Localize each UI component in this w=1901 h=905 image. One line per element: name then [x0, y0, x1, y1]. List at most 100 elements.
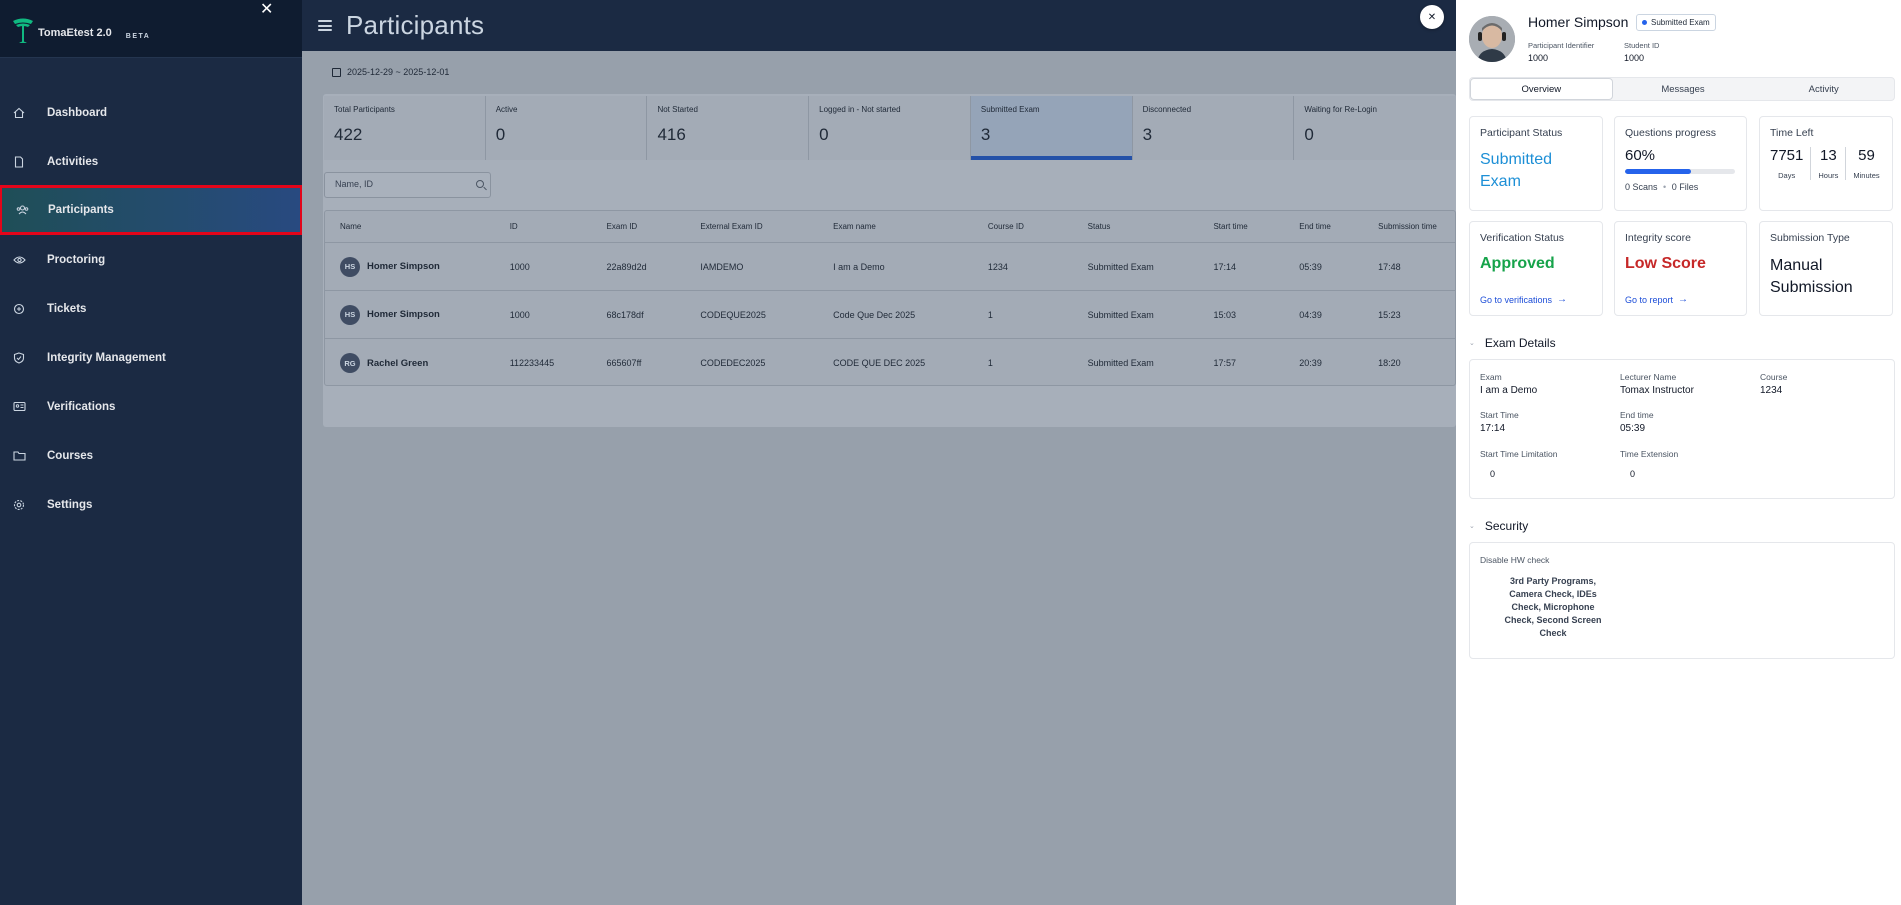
stat-submitted-exam[interactable]: Submitted Exam 3 — [970, 96, 1133, 160]
column-header[interactable]: Exam name — [833, 222, 988, 231]
sidebar-item-tickets[interactable]: Tickets — [0, 284, 302, 333]
cell-exam-id: 665607ff — [606, 358, 642, 368]
card-title: Time Left — [1770, 127, 1814, 139]
cell-exam-id: 22a89d2d — [606, 261, 647, 272]
start-time-limitation-value: 0 — [1490, 469, 1496, 479]
avatar — [1469, 16, 1515, 62]
exam-details-card: Exam I am a Demo Lecturer Name Tomax Ins… — [1469, 359, 1895, 499]
tomaetest-logo-icon — [13, 18, 33, 43]
column-header[interactable]: Start time — [1213, 222, 1299, 231]
scans-files: 0 Scans • 0 Files — [1625, 182, 1699, 192]
cell-end-time: 05:39 — [1299, 261, 1322, 272]
participant-drawer: Homer Simpson Submitted Exam Participant… — [1456, 0, 1901, 905]
stat-value: 3 — [1142, 125, 1153, 144]
go-to-report-link[interactable]: Go to report → — [1625, 294, 1688, 305]
security-toggle[interactable]: ⌄ Security — [1469, 519, 1528, 533]
sidebar-item-label: Integrity Management — [47, 351, 166, 364]
cell-status: Submitted Exam — [1087, 309, 1154, 320]
link-label: Go to verifications — [1480, 294, 1553, 305]
files-count: 0 Files — [1671, 182, 1699, 192]
sidebar-item-dashboard[interactable]: Dashboard — [0, 88, 302, 137]
sidebar-close-icon[interactable]: ✕ — [260, 0, 273, 19]
cell-external-exam-id: IAMDEMO — [700, 261, 744, 272]
tab-activity[interactable]: Activity — [1753, 78, 1894, 100]
table-row[interactable]: HS Homer Simpson 1000 22a89d2d IAMDEMO I … — [325, 243, 1455, 291]
date-range-value: 2025-12-29 ~ 2025-12-01 — [347, 67, 450, 77]
column-header[interactable]: ID — [510, 222, 607, 231]
search-input[interactable]: Name, ID — [324, 172, 491, 198]
column-header[interactable]: Course ID — [988, 222, 1088, 231]
column-header[interactable]: Submission time — [1378, 222, 1455, 231]
stat-total-participants[interactable]: Total Participants 422 — [324, 96, 486, 160]
stat-value: 0 — [495, 125, 506, 144]
column-header[interactable]: External Exam ID — [700, 222, 833, 231]
tab-overview[interactable]: Overview — [1470, 78, 1613, 100]
cell-end-time: 04:39 — [1299, 309, 1322, 320]
date-range-picker[interactable]: 2025-12-29 ~ 2025-12-01 — [332, 67, 449, 77]
stat-value: 416 — [657, 125, 686, 144]
search-icon[interactable] — [476, 180, 484, 188]
cell-submission-time: 17:48 — [1378, 261, 1401, 272]
chevron-down-icon: ⌄ — [1469, 523, 1475, 530]
arrow-right-icon: → — [1557, 294, 1568, 305]
progress-bar — [1625, 169, 1735, 174]
table-row[interactable]: RG Rachel Green 112233445 665607ff CODEDE… — [325, 339, 1455, 385]
sidebar-item-integrity-management[interactable]: Integrity Management — [0, 333, 302, 382]
participant-name: Rachel Green — [367, 357, 429, 369]
sidebar-item-settings[interactable]: Settings — [0, 480, 302, 529]
stat-active[interactable]: Active 0 — [486, 96, 648, 160]
sidebar-item-label: Activities — [47, 155, 99, 168]
sidebar-item-label: Dashboard — [47, 106, 108, 119]
cell-status: Submitted Exam — [1087, 358, 1154, 368]
arrow-right-icon: → — [1678, 294, 1689, 305]
hours-value: 13 — [1820, 147, 1837, 164]
stat-label: Waiting for Re-Login — [1304, 105, 1377, 114]
home-icon — [12, 106, 26, 120]
column-header[interactable]: Status — [1088, 222, 1214, 231]
participants-table: Name ID Exam ID External Exam ID Exam na… — [324, 210, 1456, 386]
go-to-verifications-link[interactable]: Go to verifications → — [1480, 294, 1567, 305]
participant-photo-icon — [1469, 16, 1515, 62]
document-icon — [12, 155, 26, 169]
start-time-label: Start Time — [1480, 410, 1519, 420]
sidebar-item-label: Participants — [48, 204, 114, 216]
drawer-close-button[interactable]: ✕ — [1420, 5, 1444, 29]
drawer-header: Homer Simpson Submitted Exam Participant… — [1456, 0, 1901, 72]
sidebar-item-participants[interactable]: Participants — [0, 185, 303, 235]
verification-status-value: Approved — [1480, 255, 1555, 272]
sidebar-item-verifications[interactable]: Verifications — [0, 382, 302, 431]
table-row[interactable]: HS Homer Simpson 1000 68c178df CODEQUE202… — [325, 291, 1455, 339]
app-logo: TomaEtest 2.0 BETA — [12, 16, 150, 46]
exam-details-toggle[interactable]: ⌄ Exam Details — [1469, 336, 1556, 350]
cell-course-id: 1 — [987, 358, 993, 368]
sidebar-item-activities[interactable]: Activities — [0, 137, 302, 186]
stat-label: Total Participants — [334, 105, 395, 114]
time-left-values: 7751 Days 13 Hours 59 Minutes — [1770, 147, 1882, 180]
integrity-score-card: Integrity score Low Score Go to report → — [1614, 221, 1747, 316]
link-label: Go to report — [1625, 294, 1674, 305]
column-header[interactable]: End time — [1299, 222, 1378, 231]
lecturer-value: Tomax Instructor — [1620, 385, 1694, 396]
verification-status-card: Verification Status Approved Go to verif… — [1469, 221, 1603, 316]
cell-start-time: 15:03 — [1213, 309, 1236, 320]
participant-status-value: Submitted Exam — [1480, 151, 1553, 190]
menu-icon[interactable] — [318, 18, 332, 34]
column-header[interactable]: Name — [325, 222, 510, 231]
participant-identifier-value: 1000 — [1528, 53, 1549, 63]
stat-waiting-relogin[interactable]: Waiting for Re-Login 0 — [1294, 96, 1456, 160]
avatar: HS — [340, 304, 360, 325]
status-badge-label: Submitted Exam — [1651, 18, 1710, 27]
hw-check-value: 3rd Party Programs, Camera Check, IDEs C… — [1504, 576, 1602, 638]
sidebar-item-proctoring[interactable]: Proctoring — [0, 235, 302, 284]
card-title: Questions progress — [1625, 127, 1717, 139]
participant-name: Homer Simpson — [367, 261, 440, 272]
stat-logged-in-not-started[interactable]: Logged in - Not started 0 — [809, 96, 971, 160]
tab-messages[interactable]: Messages — [1613, 78, 1754, 100]
cell-course-id: 1 — [987, 309, 993, 320]
sidebar-item-courses[interactable]: Courses — [0, 431, 302, 480]
progress-bar-fill — [1625, 169, 1691, 174]
stat-disconnected[interactable]: Disconnected 3 — [1133, 96, 1295, 160]
column-header[interactable]: Exam ID — [607, 222, 701, 231]
questions-progress-card: Questions progress 60% 0 Scans • 0 Files — [1614, 116, 1747, 211]
stat-not-started[interactable]: Not Started 416 — [647, 96, 810, 160]
